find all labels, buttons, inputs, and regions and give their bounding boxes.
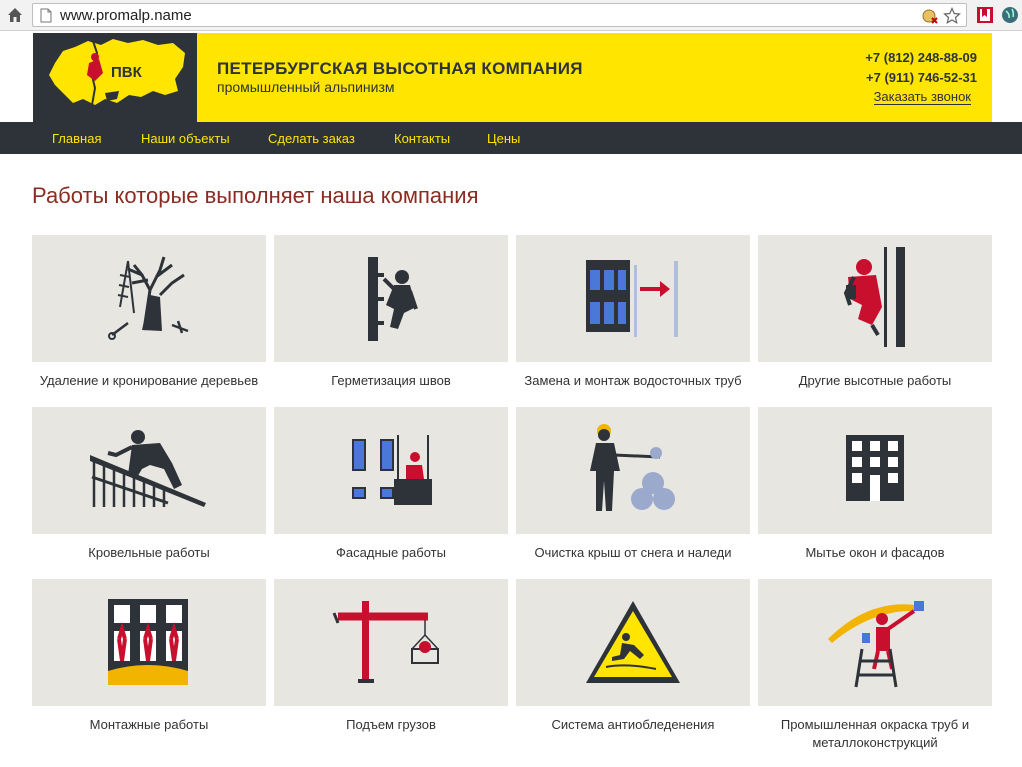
company-logo[interactable]: ПВК: [33, 33, 197, 122]
service-caption[interactable]: Другие высотные работы: [758, 372, 992, 390]
service-tile-snow-removal[interactable]: [516, 407, 750, 534]
service-tile-seam-sealing[interactable]: [274, 235, 508, 362]
service-caption[interactable]: Фасадные работы: [274, 544, 508, 562]
company-tagline: промышленный альпинизм: [217, 79, 395, 95]
home-icon[interactable]: [6, 6, 24, 24]
service-caption[interactable]: Монтажные работы: [32, 716, 266, 734]
crane-icon: [332, 601, 439, 683]
facade-icon: [352, 435, 432, 505]
address-bar[interactable]: www.promalp.name: [32, 3, 967, 27]
browser-toolbar: www.promalp.name: [0, 0, 1022, 31]
climber-icon: [843, 247, 905, 347]
snow-removal-icon: [590, 424, 675, 511]
main-nav: Главная Наши объекты Сделать заказ Конта…: [0, 122, 1022, 154]
tree-removal-icon: [108, 256, 189, 340]
service-tile-cargo-lifting[interactable]: [274, 579, 508, 706]
service-caption[interactable]: Очистка крыш от снега и наледи: [516, 544, 750, 562]
site-header: ПВК ПЕТЕРБУРГСКАЯ ВЫСОТНАЯ КОМПАНИЯ пром…: [33, 33, 992, 122]
nav-item-order[interactable]: Сделать заказ: [268, 131, 355, 146]
service-tile-painting[interactable]: [758, 579, 992, 706]
service-tile-facade[interactable]: [274, 407, 508, 534]
globe-extension-icon[interactable]: [1000, 5, 1020, 25]
logo-text: ПВК: [111, 64, 143, 81]
service-tile-roofing[interactable]: [32, 407, 266, 534]
service-caption[interactable]: Кровельные работы: [32, 544, 266, 562]
service-tile-window-washing[interactable]: [758, 407, 992, 534]
phone-secondary[interactable]: +7 (911) 746-52-31: [866, 70, 977, 85]
painting-icon: [828, 601, 924, 688]
star-icon[interactable]: [943, 7, 961, 25]
service-caption[interactable]: Удаление и кронирование деревьев: [32, 372, 266, 390]
service-tile-installation[interactable]: [32, 579, 266, 706]
nav-item-contacts[interactable]: Контакты: [394, 131, 450, 146]
anti-icing-icon: [586, 601, 680, 683]
service-tile-drainpipe[interactable]: [516, 235, 750, 362]
nav-item-objects[interactable]: Наши объекты: [141, 131, 230, 146]
installation-icon: [108, 599, 188, 685]
company-name: ПЕТЕРБУРГСКАЯ ВЫСОТНАЯ КОМПАНИЯ: [217, 59, 583, 78]
page-icon: [40, 8, 52, 23]
service-tile-other-works[interactable]: [758, 235, 992, 362]
phone-primary[interactable]: +7 (812) 248-88-09: [865, 50, 977, 65]
bookmark-extension-icon[interactable]: [975, 5, 995, 25]
service-caption[interactable]: Подъем грузов: [274, 716, 508, 734]
roofing-icon: [90, 430, 206, 507]
service-tile-tree-removal[interactable]: [32, 235, 266, 362]
seam-sealing-icon: [368, 257, 418, 341]
page-title: Работы которые выполняет наша компания: [32, 183, 479, 208]
drainpipe-icon: [586, 260, 678, 337]
window-washing-icon: [846, 435, 904, 501]
callback-link[interactable]: Заказать звонок: [873, 89, 971, 105]
blocked-popup-icon[interactable]: [921, 7, 939, 25]
service-caption[interactable]: Герметизация швов: [274, 372, 508, 390]
url-text: www.promalp.name: [60, 7, 192, 24]
service-caption[interactable]: Промышленная окраска труб и металлоконст…: [758, 716, 992, 752]
nav-item-home[interactable]: Главная: [52, 131, 101, 146]
service-caption[interactable]: Замена и монтаж водосточных труб: [516, 372, 750, 390]
service-caption[interactable]: Мытье окон и фасадов: [758, 544, 992, 562]
russia-map-logo: ПВК: [49, 39, 185, 112]
service-tile-anti-icing[interactable]: [516, 579, 750, 706]
service-caption[interactable]: Система антиобледенения: [516, 716, 750, 734]
nav-item-prices[interactable]: Цены: [487, 131, 520, 146]
